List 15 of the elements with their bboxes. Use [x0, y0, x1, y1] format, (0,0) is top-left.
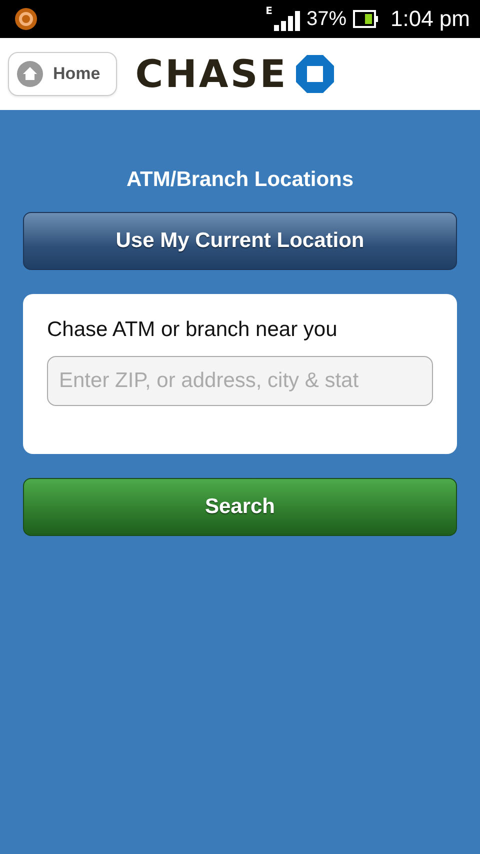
home-button[interactable]: Home: [8, 52, 118, 96]
field-label: Chase ATM or branch near you: [47, 318, 338, 342]
signal-icon: [274, 11, 300, 31]
octagon-logo-icon: [296, 55, 334, 93]
clock: 1:04 pm: [390, 6, 470, 32]
page-title: ATM/Branch Locations: [125, 168, 355, 192]
network-type: E: [266, 7, 272, 17]
search-button[interactable]: Search: [23, 478, 457, 536]
address-input-field[interactable]: Enter ZIP, or address, city & stat: [47, 356, 433, 406]
battery-percent: 37%: [306, 8, 346, 30]
app-notification-icon: [14, 7, 38, 31]
logo-wordmark: CHASE: [135, 55, 288, 93]
current-location-button[interactable]: Use My Current Location: [23, 212, 457, 270]
battery-icon: [352, 10, 378, 28]
home-icon: [17, 61, 43, 87]
